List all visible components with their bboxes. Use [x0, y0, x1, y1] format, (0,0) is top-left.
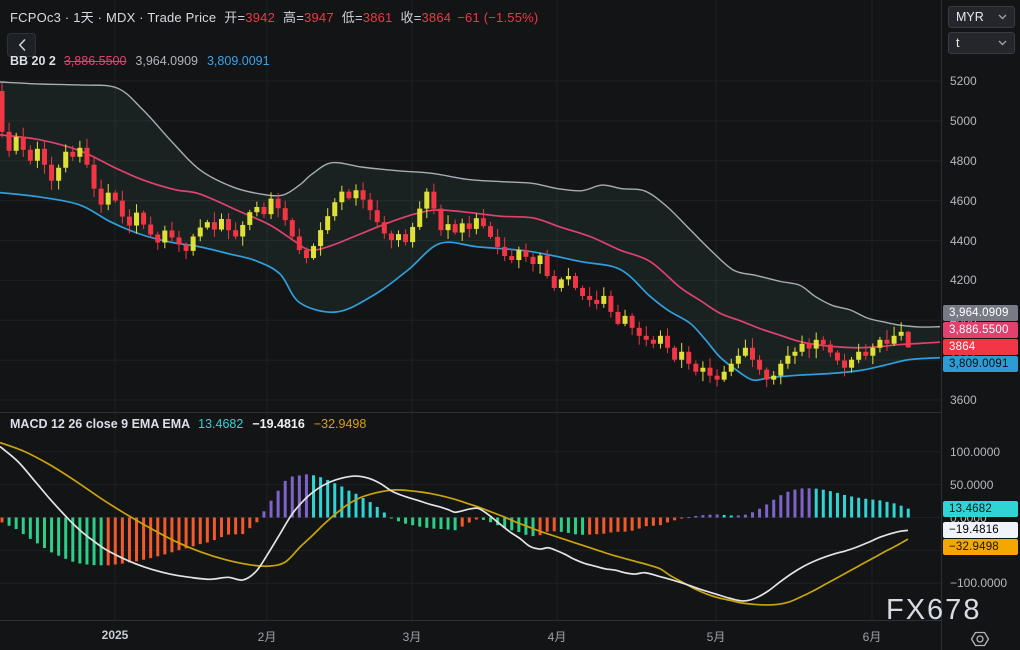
- bbvals-lower: 3,809.0091: [207, 54, 270, 68]
- axis-tick-label: 4600: [950, 194, 977, 208]
- change-value: −61 (−1.55%): [457, 10, 538, 25]
- unit-dropdown[interactable]: t: [948, 32, 1015, 54]
- symbol-header[interactable]: FCPOc3 · 1天 · MDX · Trade Price开=3942高=3…: [10, 7, 538, 26]
- ohlc-values: 开=3942 高=3947 低=3861 收=3864: [216, 10, 451, 25]
- price-badge: 13.4682: [943, 501, 1018, 517]
- macdvals-signal: −32.9498: [314, 417, 366, 431]
- ohlc-value: 3861: [363, 10, 393, 25]
- macd-legend[interactable]: MACD 12 26 close 9 EMA EMA 13.4682 −19.481…: [10, 417, 375, 431]
- axis-tick-label: 4400: [950, 234, 977, 248]
- currency-value: MYR: [956, 10, 984, 24]
- time-axis-label: 4月: [548, 628, 567, 645]
- bbvals-upper: 3,964.0909: [135, 54, 198, 68]
- time-axis-label: 2025: [102, 628, 129, 642]
- chevron-left-icon: [18, 39, 26, 51]
- currency-dropdown[interactable]: MYR: [948, 6, 1015, 28]
- time-axis-separator: [0, 620, 1020, 621]
- bollinger-band: [0, 82, 940, 380]
- chart-canvas[interactable]: [0, 0, 941, 650]
- price-badge: 3,886.5500: [943, 322, 1018, 338]
- ohlc-value: 3942: [245, 10, 275, 25]
- ohlc-label: 低=: [342, 10, 363, 25]
- axis-tick-label: 3600: [950, 393, 977, 407]
- ohlc-value: 3947: [304, 10, 334, 25]
- settings-icon: [970, 630, 990, 648]
- macdvals-macd: −19.4816: [252, 417, 304, 431]
- price-badge: −19.4816: [943, 522, 1018, 538]
- axis-tick-label: 4200: [950, 273, 977, 287]
- symbol-title: FCPOc3 · 1天 · MDX · Trade Price: [10, 10, 216, 25]
- axis-tick-label: 5200: [950, 74, 977, 88]
- time-axis[interactable]: 2025 2月 3月 4月 5月 6月: [0, 621, 941, 650]
- macdvals-histogram: 13.4682: [198, 417, 243, 431]
- bb-legend-title: BB 20 2: [10, 54, 56, 68]
- axis-tick-label: 50.0000: [950, 478, 993, 492]
- time-axis-label: 6月: [863, 628, 882, 645]
- ohlc-label: 高=: [283, 10, 304, 25]
- unit-value: t: [956, 36, 959, 50]
- chevron-down-icon: [998, 40, 1007, 46]
- time-axis-label: 2月: [258, 628, 277, 645]
- price-badge: 3864: [943, 339, 1018, 355]
- watermark: FX678: [886, 594, 981, 627]
- ohlc-label: 收=: [401, 10, 422, 25]
- axis-tick-label: 4800: [950, 154, 977, 168]
- ohlc-value: 3864: [422, 10, 452, 25]
- macd-legend-title: MACD 12 26 close 9 EMA EMA: [10, 417, 190, 431]
- pane-separator[interactable]: [0, 412, 1020, 413]
- axis-tick-label: 5000: [950, 114, 977, 128]
- price-badge: −32.9498: [943, 539, 1018, 555]
- price-badge: 3,809.0091: [943, 356, 1018, 372]
- ohlc-label: 开=: [224, 10, 245, 25]
- time-axis-label: 3月: [403, 628, 422, 645]
- chevron-down-icon: [998, 14, 1007, 20]
- time-axis-label: 5月: [707, 628, 726, 645]
- bb-legend[interactable]: BB 20 2 3,886.5500 3,964.0909 3,809.0091: [10, 54, 279, 68]
- price-badge: 3,964.0909: [943, 305, 1018, 321]
- price-scale-column[interactable]: MYR t 5200500048004600440042004000380036…: [941, 0, 1020, 650]
- bbvals-basis: 3,886.5500: [64, 54, 127, 68]
- axis-tick-label: −100.0000: [950, 576, 1007, 590]
- axis-tick-label: 100.0000: [950, 445, 1000, 459]
- settings-button[interactable]: [968, 629, 992, 649]
- trading-chart-app: FCPOc3 · 1天 · MDX · Trade Price开=3942高=3…: [0, 0, 1020, 650]
